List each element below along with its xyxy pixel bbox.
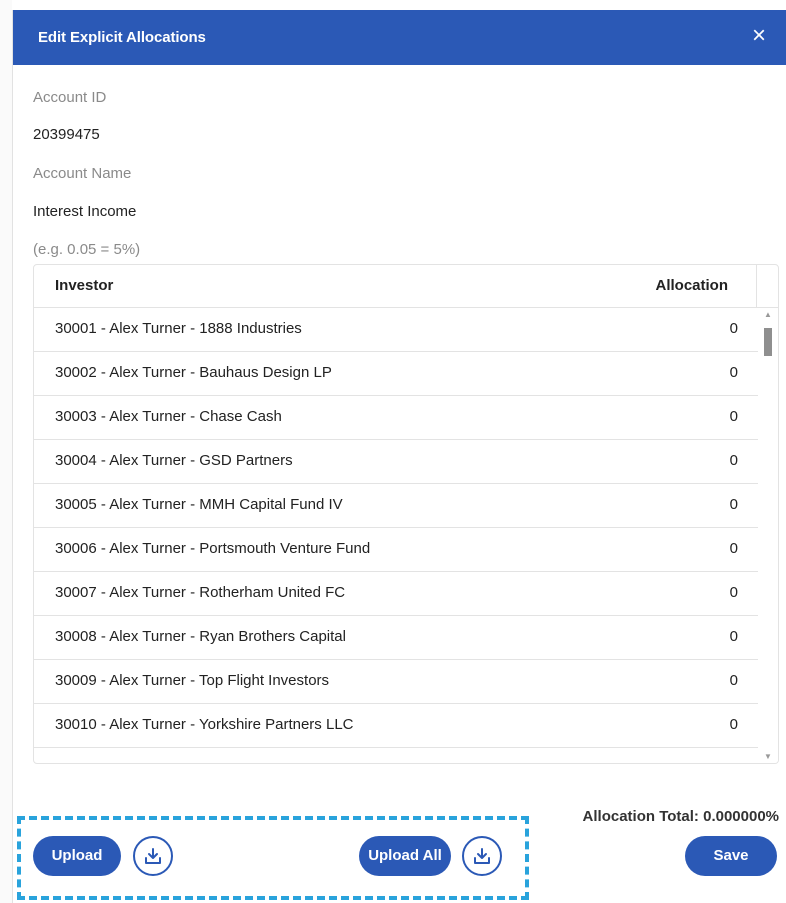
- allocation-cell[interactable]: 0: [730, 628, 738, 645]
- scroll-up-arrow-icon[interactable]: ▲: [764, 310, 772, 319]
- investor-cell: 30008 - Alex Turner - Ryan Brothers Capi…: [55, 628, 346, 645]
- table-row[interactable]: 30008 - Alex Turner - Ryan Brothers Capi…: [34, 616, 758, 660]
- investor-cell: 30001 - Alex Turner - 1888 Industries: [55, 320, 302, 337]
- allocation-cell[interactable]: 0: [730, 716, 738, 733]
- investor-cell: 30006 - Alex Turner - Portsmouth Venture…: [55, 540, 371, 557]
- header-divider: [756, 265, 757, 307]
- close-icon[interactable]: ×: [747, 23, 771, 49]
- scroll-down-arrow-icon[interactable]: ▼: [764, 752, 772, 761]
- save-button[interactable]: Save: [685, 836, 777, 876]
- allocation-cell[interactable]: 0: [730, 584, 738, 601]
- investor-cell: 30009 - Alex Turner - Top Flight Investo…: [55, 672, 330, 689]
- account-id-value: 20399475: [33, 126, 100, 143]
- table-row[interactable]: 30002 - Alex Turner - Bauhaus Design LP 0: [34, 352, 758, 396]
- investor-cell: 30004 - Alex Turner - GSD Partners: [55, 452, 293, 469]
- investor-cell: 30007 - Alex Turner - Rotherham United F…: [55, 584, 346, 601]
- download-template-button[interactable]: [133, 836, 173, 876]
- investor-cell: 30002 - Alex Turner - Bauhaus Design LP: [55, 364, 332, 381]
- modal-header: Edit Explicit Allocations ×: [13, 10, 786, 65]
- allocation-total: Allocation Total: 0.000000%: [582, 808, 779, 825]
- investor-cell: 30003 - Alex Turner - Chase Cash: [55, 408, 282, 425]
- investor-cell: 30005 - Alex Turner - MMH Capital Fund I…: [55, 496, 343, 513]
- allocations-grid: Investor Allocation 30001 - Alex Turner …: [33, 264, 779, 764]
- allocation-cell[interactable]: 0: [730, 408, 738, 425]
- grid-rows: 30001 - Alex Turner - 1888 Industries 0 30…: [34, 308, 758, 748]
- allocation-cell[interactable]: 0: [730, 320, 738, 337]
- download-all-template-button[interactable]: [462, 836, 502, 876]
- download-icon: [145, 848, 161, 864]
- table-row[interactable]: 30001 - Alex Turner - 1888 Industries 0: [34, 308, 758, 352]
- upload-all-button[interactable]: Upload All: [359, 836, 451, 876]
- allocation-cell[interactable]: 0: [730, 452, 738, 469]
- allocation-hint: (e.g. 0.05 = 5%): [33, 241, 141, 258]
- scrollbar-thumb[interactable]: [764, 328, 772, 356]
- allocation-cell[interactable]: 0: [730, 540, 738, 557]
- column-header-allocation[interactable]: Allocation: [655, 277, 728, 294]
- account-id-label: Account ID: [33, 89, 107, 106]
- investor-cell: 30010 - Alex Turner - Yorkshire Partners…: [55, 716, 354, 733]
- table-row[interactable]: 30007 - Alex Turner - Rotherham United F…: [34, 572, 758, 616]
- table-row[interactable]: 30005 - Alex Turner - MMH Capital Fund I…: [34, 484, 758, 528]
- table-row[interactable]: 30006 - Alex Turner - Portsmouth Venture…: [34, 528, 758, 572]
- edit-allocations-modal: Edit Explicit Allocations × Account ID 2…: [12, 10, 786, 903]
- allocation-cell[interactable]: 0: [730, 672, 738, 689]
- table-row[interactable]: 30003 - Alex Turner - Chase Cash 0: [34, 396, 758, 440]
- account-name-label: Account Name: [33, 165, 132, 182]
- allocation-cell[interactable]: 0: [730, 364, 738, 381]
- table-row[interactable]: 30010 - Alex Turner - Yorkshire Partners…: [34, 704, 758, 748]
- upload-button[interactable]: Upload: [33, 836, 121, 876]
- grid-scrollbar[interactable]: ▲ ▼: [758, 308, 778, 763]
- download-icon: [474, 848, 490, 864]
- grid-header: Investor Allocation: [34, 265, 778, 308]
- table-row[interactable]: 30009 - Alex Turner - Top Flight Investo…: [34, 660, 758, 704]
- modal-title: Edit Explicit Allocations: [38, 29, 206, 46]
- allocation-cell[interactable]: 0: [730, 496, 738, 513]
- background-page: [0, 0, 12, 903]
- account-name-value: Interest Income: [33, 203, 137, 220]
- table-row[interactable]: 30004 - Alex Turner - GSD Partners 0: [34, 440, 758, 484]
- column-header-investor[interactable]: Investor: [55, 277, 113, 294]
